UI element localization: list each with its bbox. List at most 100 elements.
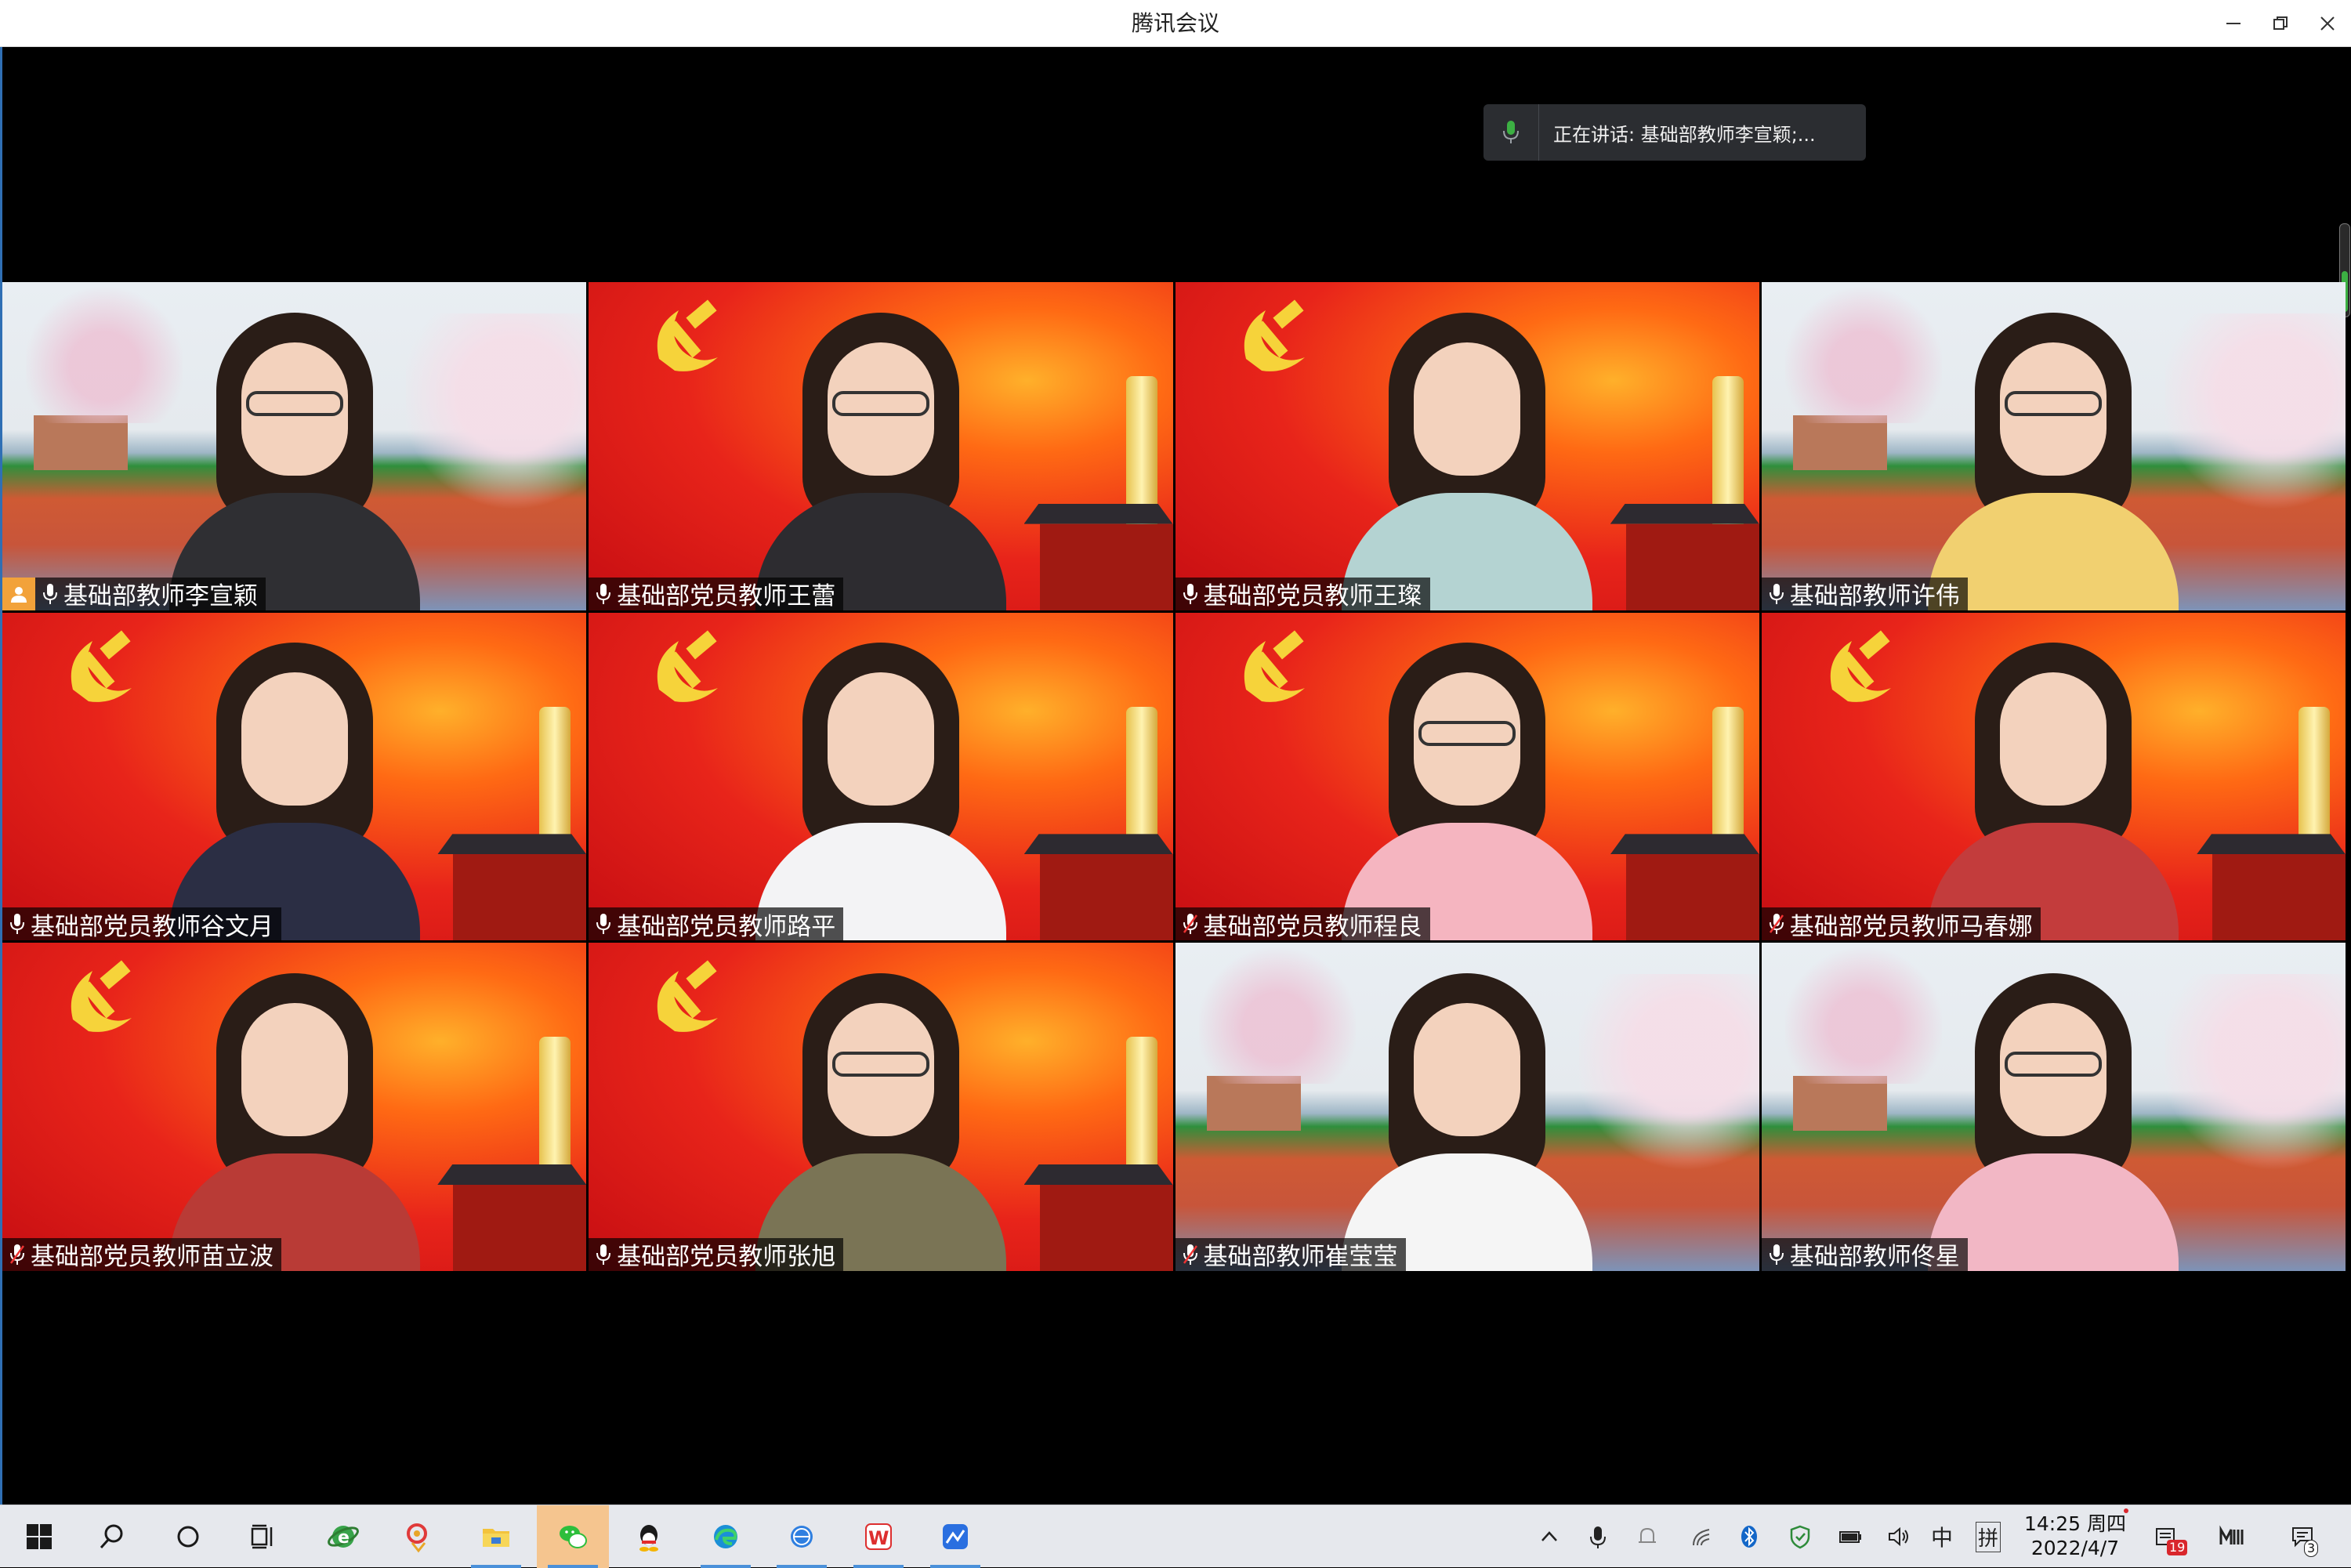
participant-name: 基础部党员教师张旭 [617, 1243, 836, 1271]
video-tile[interactable]: 基础部党员教师张旭 [589, 943, 1173, 1271]
participant-name: 基础部党员教师程良 [1203, 912, 1422, 941]
windows-start-button[interactable] [3, 1505, 75, 1568]
mail-badge: 19 [2167, 1540, 2188, 1555]
tray-notifications-bell[interactable] [1625, 1505, 1670, 1568]
taskbar-app-tencent-meeting[interactable] [382, 1505, 455, 1568]
restore-button[interactable] [2257, 0, 2304, 47]
taskbar-search-button[interactable] [75, 1505, 147, 1568]
cortana-icon [177, 1526, 199, 1548]
participant-video [1912, 282, 2194, 610]
mic-icon [1766, 1238, 1787, 1271]
participant-name-label: 基础部党员教师程良 [1175, 907, 1430, 941]
cortana-button[interactable] [152, 1505, 224, 1568]
video-tile[interactable]: 基础部教师李宣颖 [2, 282, 587, 610]
video-tile[interactable]: 基础部党员教师马春娜 [1761, 612, 2346, 941]
search-icon [100, 1524, 123, 1549]
minimize-button[interactable] [2210, 0, 2257, 47]
task-view-button[interactable] [227, 1505, 299, 1568]
show-hidden-icons-button[interactable] [1527, 1505, 1572, 1568]
video-tile[interactable]: 基础部教师佟星 [1761, 943, 2346, 1271]
video-tile[interactable]: 基础部党员教师路平 [589, 612, 1173, 941]
clock-alert-dot [2124, 1508, 2128, 1513]
ime-mode-text: 拼 [1975, 1521, 2001, 1552]
tray-microphone[interactable] [1575, 1505, 1621, 1568]
speaking-text: 正在讲话: 基础部教师李宣颖;... [1553, 123, 1816, 146]
m-logo-icon [2219, 1525, 2244, 1544]
close-button[interactable] [2304, 0, 2351, 47]
video-tile[interactable]: 基础部教师许伟 [1761, 282, 2346, 610]
shield-icon [1790, 1525, 1810, 1549]
participant-name-label: 基础部教师许伟 [1761, 577, 1968, 610]
participant-name-label: 基础部党员教师王璨 [1175, 577, 1430, 610]
speaking-mic-icon [1483, 104, 1539, 161]
participant-name-label: 基础部教师崔莹莹 [1175, 1237, 1406, 1271]
mic-icon [593, 1238, 614, 1271]
participant-name: 基础部党员教师谷文月 [31, 912, 273, 941]
taskbar-app-file-explorer[interactable] [460, 1505, 532, 1568]
wifi-icon [1693, 1529, 1710, 1546]
video-grid: 基础部教师李宣颖 基础部党员教师王蕾 基础部党员教师王璨 基础部教师许伟基础部党员教师… [2, 282, 2346, 1271]
mic-icon [593, 907, 614, 940]
clock-time: 14:25 周四 [2024, 1512, 2126, 1535]
participant-video [1912, 613, 2194, 941]
taskbar-app-wps[interactable]: W [842, 1505, 915, 1568]
tray-battery[interactable] [1828, 1505, 1873, 1568]
taskbar-app-ie[interactable]: e [307, 1505, 379, 1568]
participant-name: 基础部党员教师王蕾 [617, 582, 836, 610]
wechat-icon [560, 1526, 587, 1548]
participant-video [740, 282, 1022, 610]
title-bar: 腾讯会议 [0, 0, 2351, 47]
participant-video [154, 943, 436, 1271]
tray-mail[interactable]: 19 [2143, 1505, 2189, 1568]
file-explorer-icon [483, 1529, 509, 1547]
participant-name-label: 基础部党员教师张旭 [589, 1237, 844, 1271]
video-tile[interactable]: 基础部教师崔莹莹 [1175, 943, 1759, 1271]
window-title: 腾讯会议 [1131, 10, 1219, 36]
video-tile[interactable]: 基础部党员教师谷文月 [2, 612, 587, 941]
microphone-icon [1590, 1526, 1606, 1548]
mic-muted-icon [1180, 907, 1201, 940]
tray-app-m[interactable] [2208, 1505, 2254, 1568]
mic-icon [7, 907, 27, 940]
participant-video [740, 943, 1022, 1271]
video-tile[interactable]: 基础部党员教师程良 [1175, 612, 1759, 941]
tray-bluetooth[interactable] [1726, 1505, 1772, 1568]
participant-name: 基础部教师佟星 [1789, 1243, 1960, 1271]
tencent-meeting-icon [407, 1523, 427, 1553]
participant-name-label: 基础部党员教师苗立波 [2, 1237, 281, 1271]
tray-security[interactable] [1777, 1505, 1823, 1568]
tray-ime-language[interactable]: 中 [1919, 1505, 1965, 1568]
participant-video [1912, 943, 2194, 1271]
video-tile[interactable]: 基础部党员教师苗立波 [2, 943, 587, 1271]
minimize-icon [2226, 23, 2241, 24]
participant-name: 基础部教师崔莹莹 [1203, 1243, 1398, 1271]
participant-video [1326, 282, 1608, 610]
ie-browser-icon: e [328, 1526, 359, 1548]
participant-video [740, 613, 1022, 941]
mic-muted-icon [7, 1238, 27, 1271]
tray-volume[interactable] [1876, 1505, 1922, 1568]
mic-icon [593, 578, 614, 610]
video-tile[interactable]: 基础部党员教师王璨 [1175, 282, 1759, 610]
participant-name-label: 基础部党员教师路平 [589, 907, 844, 941]
participant-name: 基础部党员教师路平 [617, 912, 836, 941]
chevron-up-icon [1541, 1531, 1557, 1541]
participant-name: 基础部教师许伟 [1789, 582, 1960, 610]
participant-video [1326, 613, 1608, 941]
speaker-icon [1889, 1526, 1908, 1547]
taskbar-app-network[interactable] [766, 1505, 838, 1568]
taskbar-app-wechat[interactable] [537, 1505, 609, 1568]
taskbar-app-qq[interactable] [613, 1505, 685, 1568]
taskbar-clock[interactable]: 14:25 周四 2022/4/7 [2012, 1512, 2138, 1562]
mic-icon [1766, 578, 1787, 610]
participant-name-label: 基础部党员教师马春娜 [1761, 907, 2041, 941]
video-tile[interactable]: 基础部党员教师王蕾 [589, 282, 1173, 610]
mic-muted-icon [1180, 1238, 1201, 1271]
tray-ime-mode[interactable]: 拼 [1965, 1505, 2011, 1568]
action-center-button[interactable]: 3 [2280, 1505, 2326, 1568]
speaking-indicator[interactable]: 正在讲话: 基础部教师李宣颖;... [1483, 104, 1866, 161]
taskbar-app-edge[interactable] [690, 1505, 762, 1568]
taskbar-app-dingtalk[interactable] [919, 1505, 991, 1568]
host-icon [2, 577, 35, 610]
tray-wifi[interactable] [1679, 1505, 1725, 1568]
